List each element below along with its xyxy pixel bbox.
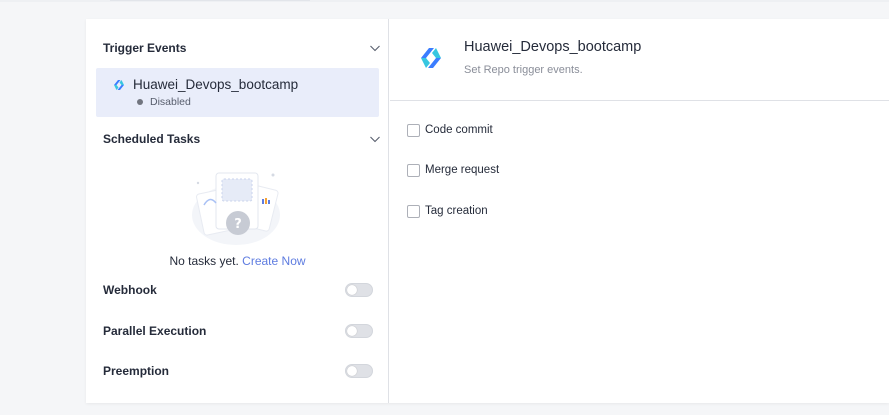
- top-divider: [0, 0, 889, 2]
- parallel-execution-label: Parallel Execution: [103, 324, 207, 338]
- webhook-label: Webhook: [103, 283, 157, 297]
- code-commit-label: Code commit: [425, 124, 493, 136]
- scheduled-tasks-title: Scheduled Tasks: [103, 132, 201, 146]
- merge-request-label: Merge request: [425, 164, 500, 176]
- tag-creation-label: Tag creation: [425, 205, 488, 217]
- detail-header: Huawei_Devops_bootcamp Set Repo trigger …: [390, 19, 889, 101]
- scheduled-tasks-header[interactable]: Scheduled Tasks: [103, 129, 381, 149]
- preemption-label: Preemption: [103, 364, 170, 378]
- tag-creation-option[interactable]: Tag creation: [407, 203, 488, 219]
- empty-state-illustration: ?: [192, 172, 280, 245]
- trigger-settings-card: Trigger Events Huawei_Devops_bootcamp Di…: [86, 19, 889, 403]
- detail-title: Huawei_Devops_bootcamp: [464, 39, 642, 55]
- chevron-down-icon[interactable]: [369, 133, 381, 145]
- pipeline-item-selected[interactable]: Huawei_Devops_bootcamp Disabled: [96, 68, 379, 117]
- pipeline-status: Disabled: [137, 96, 191, 108]
- pipeline-name: Huawei_Devops_bootcamp: [133, 77, 299, 92]
- trigger-events-header[interactable]: Trigger Events: [103, 38, 381, 58]
- pipeline-logo-icon: [114, 80, 124, 90]
- left-panel: Trigger Events Huawei_Devops_bootcamp Di…: [86, 19, 389, 403]
- pipeline-logo-icon: [421, 48, 441, 68]
- code-commit-option[interactable]: Code commit: [407, 122, 493, 138]
- no-tasks-text: No tasks yet.: [169, 254, 239, 268]
- svg-text:?: ?: [234, 217, 242, 232]
- chevron-down-icon[interactable]: [369, 42, 381, 54]
- merge-request-option[interactable]: Merge request: [407, 162, 499, 178]
- parallel-execution-row: Parallel Execution: [103, 321, 373, 341]
- merge-request-checkbox[interactable]: [407, 163, 420, 177]
- code-commit-checkbox[interactable]: [407, 123, 420, 137]
- toggle-knob: [347, 326, 357, 336]
- toggle-knob: [347, 285, 357, 295]
- create-now-link[interactable]: Create Now: [242, 254, 305, 268]
- detail-subtitle: Set Repo trigger events.: [464, 64, 583, 76]
- status-dot: [137, 99, 143, 105]
- preemption-toggle[interactable]: [345, 364, 373, 378]
- pipeline-status-text: Disabled: [150, 96, 191, 108]
- preemption-row: Preemption: [103, 361, 373, 381]
- toggle-knob: [347, 366, 357, 376]
- webhook-toggle[interactable]: [345, 283, 373, 297]
- parallel-execution-toggle[interactable]: [345, 324, 373, 338]
- right-panel: Huawei_Devops_bootcamp Set Repo trigger …: [390, 19, 889, 403]
- no-tasks-message: No tasks yet. Create Now: [86, 254, 389, 268]
- webhook-row: Webhook: [103, 280, 373, 300]
- tag-creation-checkbox[interactable]: [407, 204, 420, 218]
- trigger-events-title: Trigger Events: [103, 41, 187, 55]
